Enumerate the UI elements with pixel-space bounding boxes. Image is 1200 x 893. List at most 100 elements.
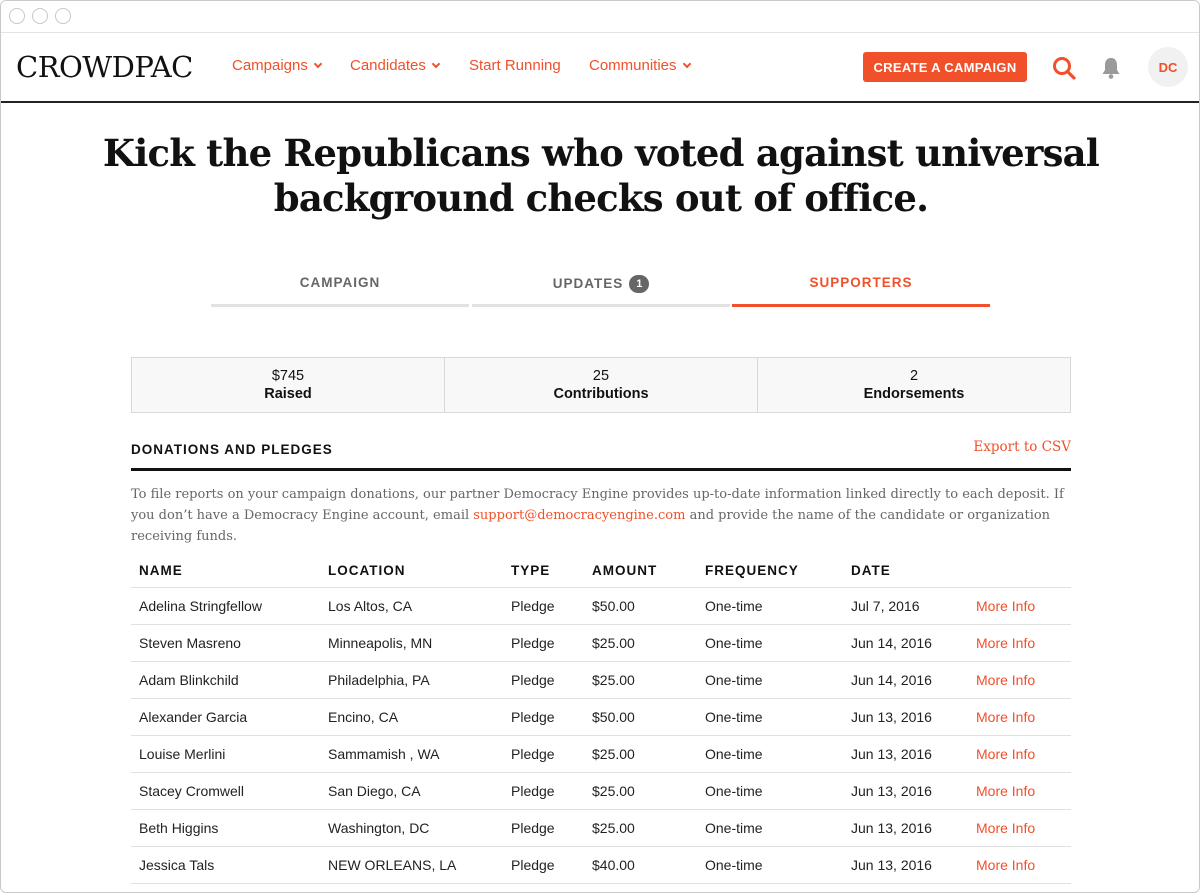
- stat-endorsements: 2 Endorsements: [758, 358, 1070, 412]
- donor-name: Jessica Tals: [139, 857, 215, 873]
- donation-frequency: One-time: [705, 857, 763, 873]
- support-email-link[interactable]: support@democracyengine.com: [473, 508, 685, 523]
- more-info-link[interactable]: More Info: [976, 783, 1035, 799]
- donation-type: Pledge: [511, 709, 555, 725]
- donation-amount: $50.00: [592, 709, 635, 725]
- donor-name: Adam Blinkchild: [139, 672, 239, 688]
- stat-contributions-label: Contributions: [553, 386, 649, 402]
- donation-date: Jun 13, 2016: [851, 783, 932, 799]
- search-icon[interactable]: [1051, 55, 1077, 81]
- donor-name: Alexander Garcia: [139, 709, 248, 725]
- donation-type: Pledge: [511, 635, 555, 651]
- donor-location: San Diego, CA: [328, 783, 421, 799]
- column-header-type[interactable]: TYPE: [511, 563, 550, 578]
- donation-type: Pledge: [511, 783, 555, 799]
- updates-count-badge: 1: [629, 275, 650, 293]
- tab-supporters-label: SUPPORTERS: [809, 275, 913, 290]
- donation-date: Jun 13, 2016: [851, 857, 932, 873]
- column-header-date[interactable]: DATE: [851, 563, 891, 578]
- stat-raised-value: $745: [271, 368, 305, 384]
- more-info-link[interactable]: More Info: [976, 598, 1035, 614]
- donation-date: Jul 7, 2016: [851, 598, 920, 614]
- table-row: Steven Masreno Minneapolis, MN Pledge $25.0…: [131, 625, 1071, 662]
- donations-intro-text: To file reports on your campaign donatio…: [131, 484, 1071, 547]
- window-titlebar: [1, 1, 1199, 33]
- donation-frequency: One-time: [705, 672, 763, 688]
- tab-campaign[interactable]: CAMPAIGN: [211, 269, 469, 307]
- tab-updates[interactable]: UPDATES 1: [472, 269, 730, 307]
- donor-location: Washington, DC: [328, 820, 430, 836]
- more-info-link[interactable]: More Info: [976, 635, 1035, 651]
- donation-type: Pledge: [511, 598, 555, 614]
- more-info-link[interactable]: More Info: [976, 672, 1035, 688]
- donor-name: Adelina Stringfellow: [139, 598, 262, 614]
- donation-frequency: One-time: [705, 746, 763, 762]
- donor-location: Sammamish , WA: [328, 746, 440, 762]
- page-title-line-1: Kick the Republicans who voted against u…: [102, 131, 1100, 175]
- chevron-down-icon: [682, 59, 691, 68]
- stat-contributions-value: 25: [592, 368, 610, 384]
- tab-campaign-label: CAMPAIGN: [299, 275, 381, 290]
- donation-type: Pledge: [511, 746, 555, 762]
- donations-table: NAME LOCATION TYPE AMOUNT FREQUENCY DATE…: [131, 553, 1071, 884]
- table-row: Louise Merlini Sammamish , WA Pledge $25.00…: [131, 736, 1071, 773]
- table-row: Jessica Tals NEW ORLEANS, LA Pledge $40.00 O…: [131, 847, 1071, 884]
- donation-frequency: One-time: [705, 709, 763, 725]
- close-window-button[interactable]: [9, 8, 25, 24]
- browser-window: CROWDPAC Campaigns Candidates Start Runn…: [0, 0, 1200, 893]
- campaign-tabs: CAMPAIGN UPDATES 1 SUPPORTERS: [211, 269, 991, 309]
- column-header-frequency[interactable]: FREQUENCY: [705, 563, 799, 578]
- nav-candidates-label: Candidates: [350, 57, 426, 74]
- minimize-window-button[interactable]: [32, 8, 48, 24]
- donor-location: Encino, CA: [328, 709, 399, 725]
- more-info-link[interactable]: More Info: [976, 746, 1035, 762]
- nav-campaigns-label: Campaigns: [232, 57, 308, 74]
- donor-name: Louise Merlini: [139, 746, 226, 762]
- page-title: Kick the Republicans who voted against u…: [1, 131, 1199, 221]
- more-info-link[interactable]: More Info: [976, 857, 1035, 873]
- donation-frequency: One-time: [705, 598, 763, 614]
- donor-name: Steven Masreno: [139, 635, 241, 651]
- nav-communities-label: Communities: [589, 57, 677, 74]
- bell-icon[interactable]: [1098, 55, 1124, 81]
- column-header-amount[interactable]: AMOUNT: [592, 563, 657, 578]
- export-csv-link[interactable]: Export to CSV: [973, 439, 1071, 455]
- column-header-location[interactable]: LOCATION: [328, 563, 406, 578]
- donation-date: Jun 14, 2016: [851, 672, 932, 688]
- donation-frequency: One-time: [705, 783, 763, 799]
- maximize-window-button[interactable]: [55, 8, 71, 24]
- more-info-link[interactable]: More Info: [976, 709, 1035, 725]
- donation-amount: $50.00: [592, 598, 635, 614]
- donation-amount: $25.00: [592, 746, 635, 762]
- donor-location: Philadelphia, PA: [328, 672, 430, 688]
- nav-start-running-label: Start Running: [469, 57, 561, 74]
- nav-start-running[interactable]: Start Running: [469, 57, 561, 74]
- tab-updates-label: UPDATES: [552, 276, 624, 291]
- crowdpac-logo[interactable]: CROWDPAC: [16, 50, 193, 84]
- chevron-down-icon: [313, 59, 323, 68]
- table-body: Adelina Stringfellow Los Altos, CA Pledge $…: [131, 588, 1071, 884]
- stats-bar: $745 Raised 25 Contributions 2 Endorseme…: [131, 357, 1071, 413]
- tab-supporters[interactable]: SUPPORTERS: [732, 269, 990, 307]
- more-info-link[interactable]: More Info: [976, 820, 1035, 836]
- top-navbar: CROWDPAC Campaigns Candidates Start Runn…: [1, 33, 1199, 103]
- nav-candidates[interactable]: Candidates: [350, 57, 441, 74]
- stat-raised: $745 Raised: [132, 358, 445, 412]
- page-title-line-2: background checks out of office.: [273, 176, 929, 220]
- nav-campaigns[interactable]: Campaigns: [232, 57, 323, 74]
- stat-raised-label: Raised: [264, 386, 312, 402]
- donation-type: Pledge: [511, 820, 555, 836]
- donation-amount: $25.00: [592, 783, 635, 799]
- table-row: Adelina Stringfellow Los Altos, CA Pledge $…: [131, 588, 1071, 625]
- donation-frequency: One-time: [705, 820, 763, 836]
- donor-name: Stacey Cromwell: [139, 783, 245, 799]
- donation-frequency: One-time: [705, 635, 763, 651]
- table-row: Alexander Garcia Encino, CA Pledge $50.00 On…: [131, 699, 1071, 736]
- column-header-name[interactable]: NAME: [139, 563, 183, 578]
- nav-communities[interactable]: Communities: [589, 57, 691, 74]
- create-campaign-button[interactable]: CREATE A CAMPAIGN: [863, 52, 1027, 82]
- donation-date: Jun 13, 2016: [851, 820, 932, 836]
- avatar[interactable]: DC: [1148, 47, 1188, 87]
- donations-section-header: DONATIONS AND PLEDGES Export to CSV: [131, 437, 1071, 471]
- donation-date: Jun 13, 2016: [851, 746, 932, 762]
